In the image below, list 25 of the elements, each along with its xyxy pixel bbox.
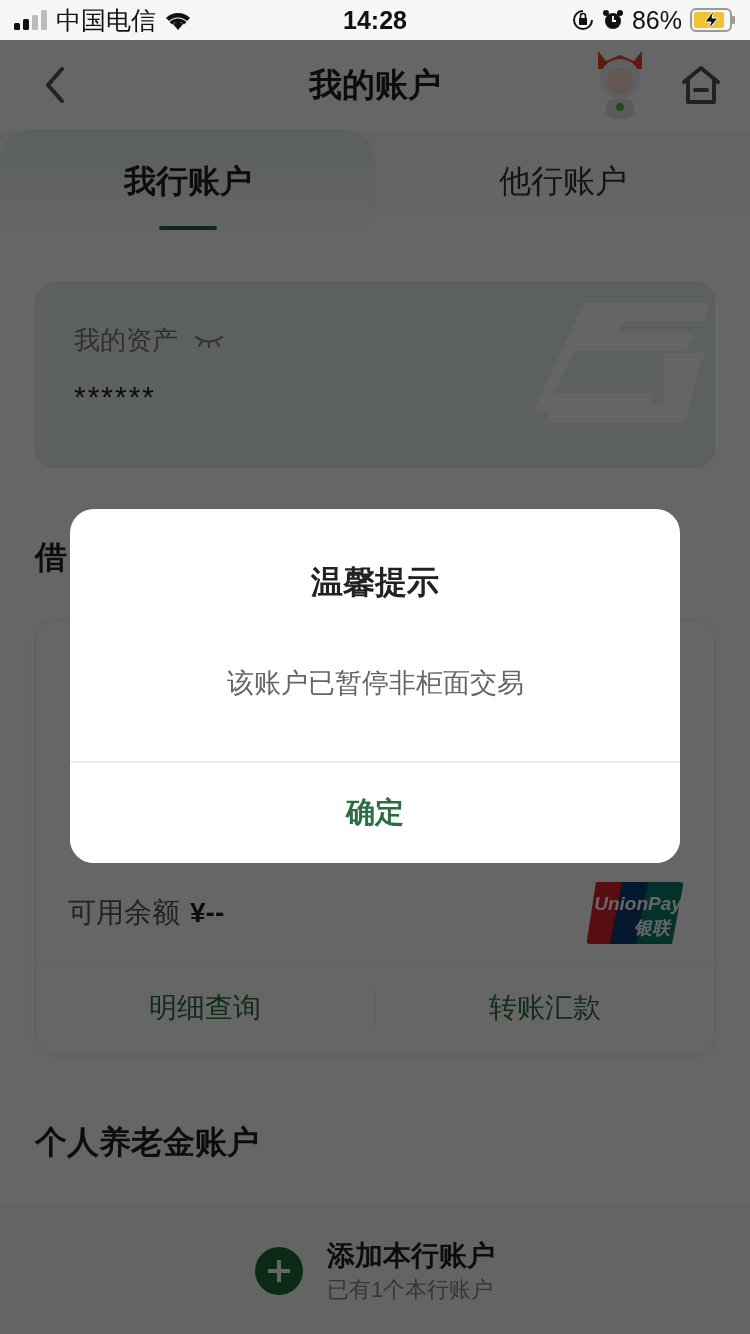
wifi-icon [164, 10, 192, 30]
dialog-message: 该账户已暂停非柜面交易 [225, 667, 525, 700]
plus-icon [267, 1258, 291, 1283]
section-title: 借 [33, 538, 68, 577]
confirm-button[interactable]: 确定 [70, 761, 680, 863]
signal-icon [14, 10, 48, 30]
dialog-title: 温馨提示 [310, 563, 440, 602]
carrier-name: 中国电信 [56, 4, 156, 36]
account-tab[interactable]: 他行账户 [375, 130, 750, 240]
eye-closed-icon[interactable] [194, 333, 224, 348]
rotation-lock-icon [571, 9, 594, 31]
page-title: 我的账户 [307, 64, 442, 105]
card-action-button[interactable]: 转账汇款 [375, 983, 714, 1033]
battery-percent: 86% [631, 5, 682, 35]
card-action-button[interactable]: 明细查询 [36, 983, 375, 1033]
balance-value: ¥-- [190, 897, 226, 929]
add-account-label[interactable]: 添加本行账户 [327, 1236, 495, 1275]
battery-charging-icon [690, 8, 736, 32]
home-icon [680, 64, 722, 106]
hidden-assets-value: ****** [74, 380, 158, 414]
alarm-icon [601, 9, 624, 31]
clock-time: 14:28 [343, 5, 407, 35]
section-title: 个人养老金账户 [34, 1123, 260, 1162]
add-account-button[interactable] [255, 1246, 303, 1295]
balance-label: 可用余额 [68, 896, 180, 930]
